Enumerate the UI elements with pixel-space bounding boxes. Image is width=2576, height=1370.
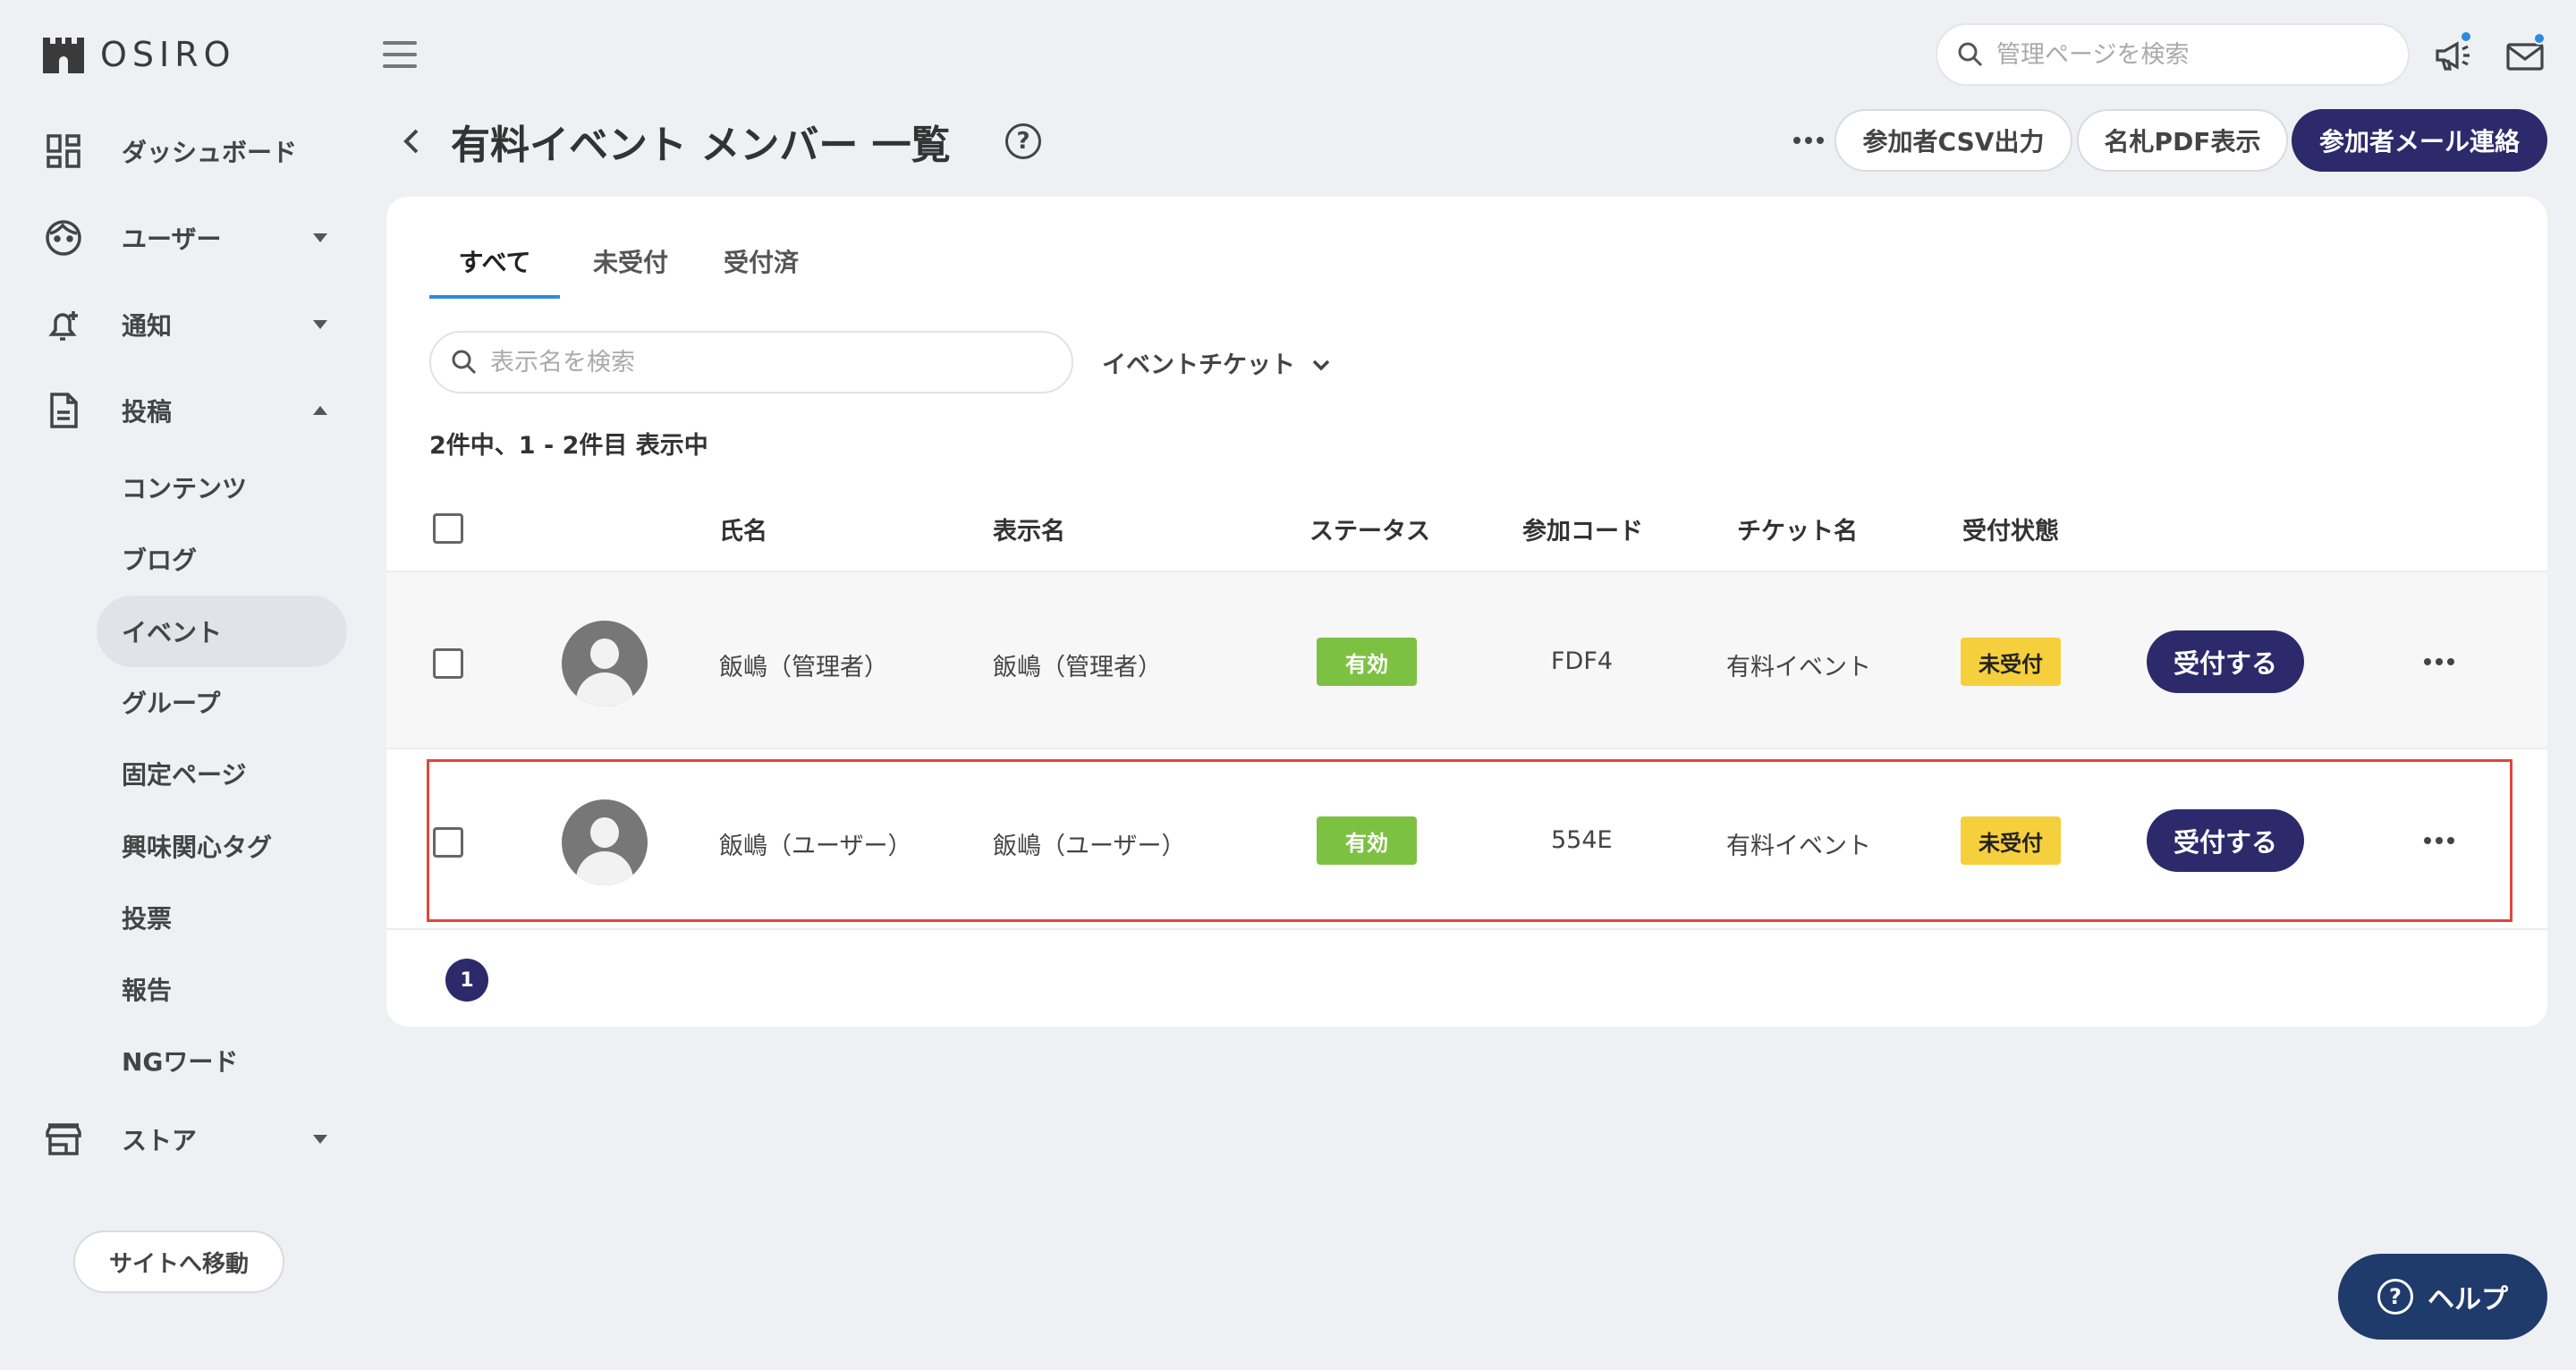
help-circle-icon: ? (2377, 1279, 2413, 1315)
chevron-down-icon (1312, 359, 1330, 370)
chevron-down-icon (313, 1135, 327, 1144)
ticket-filter-label: イベントチケット (1102, 351, 1295, 379)
notification-dot (2460, 30, 2472, 43)
face-icon (41, 216, 86, 260)
page-title: 有料イベント メンバー 一覧 (451, 123, 951, 168)
table-row: 飯嶋（ユーザー） 飯嶋（ユーザー） 有効 554E 有料イベント 未受付 受付す… (386, 751, 2547, 930)
avatar (562, 621, 648, 706)
go-to-site-button[interactable]: サイトへ移動 (73, 1230, 284, 1293)
sidebar-subitem-interest-tag[interactable]: 興味関心タグ (97, 810, 347, 882)
help-button-label: ヘルプ (2428, 1284, 2508, 1315)
accept-button[interactable]: 受付する (2147, 809, 2304, 872)
member-display-name: 飯嶋（管理者） (993, 654, 1162, 681)
select-all-checkbox[interactable] (433, 513, 463, 544)
result-count: 2件中、1 - 2件目 表示中 (429, 432, 708, 460)
admin-search-input[interactable] (1996, 40, 2390, 69)
menu-toggle-icon[interactable] (383, 41, 417, 68)
ticket-name: 有料イベント (1726, 833, 1871, 860)
sidebar-item-label: ストア (122, 1126, 198, 1155)
sidebar-item-label: 通知 (122, 311, 173, 341)
search-icon (452, 350, 477, 375)
chevron-down-icon (313, 233, 327, 242)
members-card: すべて 未受付 受付済 イベントチケット 2件中、1 - 2件目 表示中 氏名 … (386, 197, 2547, 1027)
ticket-name: 有料イベント (1726, 654, 1871, 681)
column-header-reception-status: 受付状態 (1962, 518, 2059, 545)
notification-dot (2533, 32, 2546, 45)
display-name-search-input[interactable] (490, 348, 1045, 376)
column-header-status: ステータス (1309, 518, 1430, 545)
column-header-display-name: 表示名 (993, 518, 1065, 545)
reception-badge: 未受付 (1961, 638, 2061, 686)
mail-icon[interactable] (2503, 32, 2547, 79)
sidebar-item-label: 投稿 (122, 397, 173, 427)
tab-received[interactable]: 受付済 (703, 243, 819, 299)
sidebar-subitem-report[interactable]: 報告 (97, 953, 347, 1025)
row-checkbox[interactable] (433, 648, 463, 679)
chevron-down-icon (313, 320, 327, 329)
member-name: 飯嶋（ユーザー） (719, 833, 912, 860)
chevron-left-icon (403, 129, 419, 154)
sidebar-subitem-group[interactable]: グループ (97, 666, 347, 738)
sidebar-item-posts[interactable]: 投稿 (41, 384, 336, 437)
sidebar-subitem-event[interactable]: イベント (97, 596, 347, 667)
sidebar-subitem-fixed-page[interactable]: 固定ページ (97, 738, 347, 809)
logo-text: OSIRO (100, 35, 236, 74)
sidebar-item-dashboard[interactable]: ダッシュボード (41, 124, 336, 178)
sidebar-subitem-vote[interactable]: 投票 (97, 882, 347, 953)
status-badge: 有効 (1317, 638, 1417, 686)
sidebar-item-label: ユーザー (122, 224, 222, 254)
pagination-page[interactable]: 1 (445, 959, 488, 1002)
logo[interactable]: OSIRO (41, 34, 236, 75)
column-header-ticket-name: チケット名 (1737, 518, 1858, 545)
bell-plus-icon (41, 302, 86, 347)
sidebar-subitem-blog[interactable]: ブログ (97, 523, 347, 595)
export-csv-button[interactable]: 参加者CSV出力 (1835, 109, 2072, 172)
dashboard-icon (41, 129, 86, 173)
more-options-icon[interactable] (1793, 137, 1824, 144)
document-icon (41, 388, 86, 433)
chevron-up-icon (313, 406, 327, 415)
row-more-icon[interactable] (2424, 658, 2454, 665)
reception-badge: 未受付 (1961, 816, 2061, 865)
tab-all[interactable]: すべて (429, 243, 560, 299)
sidebar-subitem-ng-words[interactable]: NGワード (97, 1025, 347, 1096)
tab-not-received[interactable]: 未受付 (572, 243, 689, 299)
sidebar-item-users[interactable]: ユーザー (41, 211, 336, 265)
column-header-participation-code: 参加コード (1522, 518, 1643, 545)
store-icon (41, 1117, 86, 1162)
name-tag-pdf-button[interactable]: 名札PDF表示 (2077, 109, 2288, 172)
ticket-filter-dropdown[interactable]: イベントチケット (1102, 345, 1331, 380)
castle-logo-icon (41, 34, 86, 75)
participation-code: FDF4 (1551, 647, 1614, 675)
sidebar-item-label: ダッシュボード (122, 138, 298, 167)
megaphone-icon[interactable] (2431, 30, 2476, 79)
sidebar-item-store[interactable]: ストア (41, 1112, 336, 1166)
column-header-name: 氏名 (719, 518, 767, 545)
sidebar-subitem-contents[interactable]: コンテンツ (97, 452, 347, 523)
display-name-search[interactable] (429, 331, 1073, 393)
row-checkbox[interactable] (433, 827, 463, 858)
search-icon (1958, 42, 1983, 67)
admin-search[interactable] (1936, 23, 2410, 86)
accept-button[interactable]: 受付する (2147, 630, 2304, 693)
help-button[interactable]: ? ヘルプ (2338, 1254, 2547, 1340)
member-display-name: 飯嶋（ユーザー） (993, 833, 1186, 860)
row-more-icon[interactable] (2424, 837, 2454, 844)
table-row: 飯嶋（管理者） 飯嶋（管理者） 有効 FDF4 有料イベント 未受付 受付する (386, 571, 2547, 749)
back-button[interactable] (395, 125, 428, 157)
status-badge: 有効 (1317, 816, 1417, 865)
sidebar: OSIRO ダッシュボード ユーザー 通知 投稿 コンテンツ ブログ イベント … (0, 0, 367, 1370)
avatar (562, 799, 648, 885)
help-circle-icon[interactable]: ? (1005, 123, 1041, 159)
member-name: 飯嶋（管理者） (719, 654, 888, 681)
email-participants-button[interactable]: 参加者メール連絡 (2292, 109, 2547, 172)
participation-code: 554E (1551, 826, 1613, 854)
sidebar-item-notifications[interactable]: 通知 (41, 298, 336, 351)
